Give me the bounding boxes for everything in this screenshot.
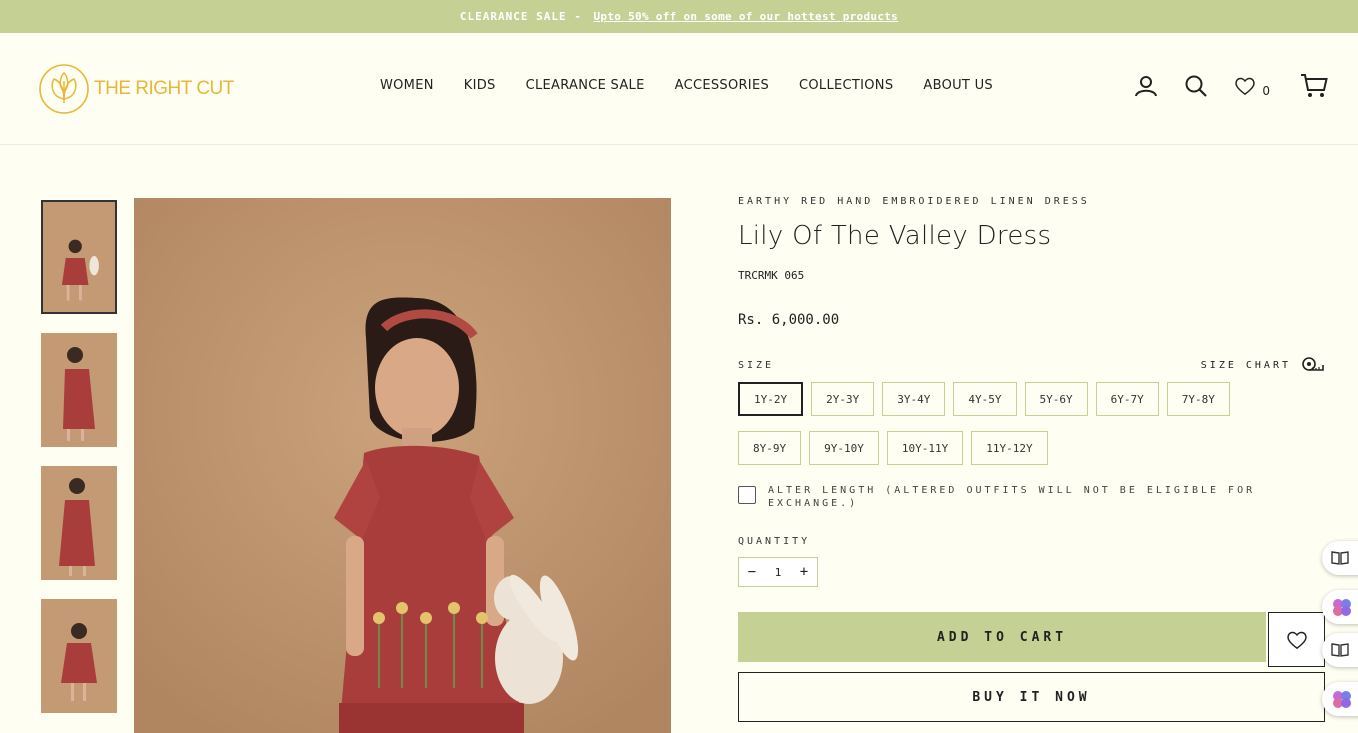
nav-item-women[interactable]: WOMEN xyxy=(380,78,434,93)
thumbnail-image xyxy=(41,599,117,713)
announcement-link[interactable]: Upto 50% off on some of our hottest prod… xyxy=(594,10,899,23)
floating-widget-brain-2[interactable] xyxy=(1322,682,1358,716)
brain-icon xyxy=(1333,599,1351,616)
brain-icon xyxy=(1333,691,1351,708)
wishlist-count: 0 xyxy=(1262,84,1270,98)
header-icons: 0 xyxy=(1108,73,1328,99)
site-header: THE RIGHT CUT WOMEN KIDS CLEARANCE SALE … xyxy=(0,33,1358,145)
quantity-stepper: − 1 + xyxy=(738,557,818,587)
nav-item-accessories[interactable]: ACCESSORIES xyxy=(675,78,769,93)
logo-text: THE RIGHT CUT xyxy=(94,78,234,99)
logo-leaf-icon xyxy=(39,64,89,114)
main-product-image[interactable] xyxy=(134,198,671,733)
alter-length-label: ALTER LENGTH (ALTERED OUTFITS WILL NOT B… xyxy=(768,485,1256,509)
product-title: Lily Of The Valley Dress xyxy=(738,221,1052,251)
size-option-8y-9y[interactable]: 8Y-9Y xyxy=(738,431,802,465)
add-to-cart-button[interactable]: ADD TO CART xyxy=(738,612,1266,662)
size-header: SIZE SIZE CHART xyxy=(738,356,1325,374)
size-option-7y-8y[interactable]: 7Y-8Y xyxy=(1166,382,1230,416)
account-button[interactable] xyxy=(1134,74,1158,98)
quantity-increase-button[interactable]: + xyxy=(791,564,817,580)
announcement-bar: CLEARANCE SALE - Upto 50% off on some of… xyxy=(0,0,1358,33)
thumbnail-image xyxy=(41,466,117,580)
logo[interactable]: THE RIGHT CUT xyxy=(38,63,234,115)
search-icon xyxy=(1185,75,1208,97)
size-option-5y-6y[interactable]: 5Y-6Y xyxy=(1024,382,1088,416)
cart-icon xyxy=(1301,74,1328,97)
quantity-decrease-button[interactable]: − xyxy=(739,564,765,580)
nav-item-kids[interactable]: KIDS xyxy=(464,78,496,93)
size-option-1y-2y[interactable]: 1Y-2Y xyxy=(738,382,804,416)
product-sku: TRCRMK 065 xyxy=(738,269,805,282)
alter-length-checkbox[interactable] xyxy=(738,486,756,504)
search-button[interactable] xyxy=(1184,74,1208,98)
add-to-wishlist-button[interactable] xyxy=(1268,612,1325,667)
floating-widget-brain[interactable] xyxy=(1322,590,1358,624)
cart-actions: ADD TO CART xyxy=(738,612,1325,667)
size-chart-label: SIZE CHART xyxy=(1200,359,1291,371)
measuring-tape-icon xyxy=(1302,357,1324,371)
size-option-3y-4y[interactable]: 3Y-4Y xyxy=(882,382,946,416)
size-label: SIZE xyxy=(738,359,775,371)
size-option-11y-12y[interactable]: 11Y-12Y xyxy=(971,431,1048,465)
quantity-label: QUANTITY xyxy=(738,536,811,547)
alter-length-option: ALTER LENGTH (ALTERED OUTFITS WILL NOT B… xyxy=(738,484,1325,510)
size-option-10y-11y[interactable]: 10Y-11Y xyxy=(886,431,964,465)
size-option-4y-5y[interactable]: 4Y-5Y xyxy=(953,382,1017,416)
product-thumbnail-3[interactable] xyxy=(41,466,117,580)
heart-icon xyxy=(1235,77,1256,96)
heart-icon xyxy=(1286,631,1307,649)
cart-button[interactable] xyxy=(1300,73,1328,99)
product-thumbnail-2[interactable] xyxy=(41,333,117,447)
main-nav: WOMEN KIDS CLEARANCE SALE ACCESSORIES CO… xyxy=(380,78,1023,93)
nav-item-clearance-sale[interactable]: CLEARANCE SALE xyxy=(526,78,645,93)
product-thumbnail-4[interactable] xyxy=(41,599,117,713)
nav-item-about-us[interactable]: ABOUT US xyxy=(923,78,993,93)
product-subtitle: EARTHY RED HAND EMBROIDERED LINEN DRESS xyxy=(738,196,1090,207)
quantity-input[interactable]: 1 xyxy=(775,566,782,579)
book-icon xyxy=(1331,643,1349,657)
floating-widget-book[interactable] xyxy=(1322,541,1358,575)
product-thumbnail-1[interactable] xyxy=(41,200,117,314)
wishlist-button[interactable]: 0 xyxy=(1234,74,1270,98)
thumbnail-image xyxy=(41,333,117,447)
size-option-6y-7y[interactable]: 6Y-7Y xyxy=(1095,382,1159,416)
announcement-label: CLEARANCE SALE xyxy=(459,10,567,23)
product-info: EARTHY RED HAND EMBROIDERED LINEN DRESS … xyxy=(738,196,1325,722)
product-price: Rs. 6,000.00 xyxy=(738,312,840,328)
book-icon xyxy=(1331,551,1349,565)
nav-item-collections[interactable]: COLLECTIONS xyxy=(799,78,893,93)
thumbnail-image xyxy=(43,202,115,312)
account-icon xyxy=(1135,76,1158,97)
announcement-separator: - xyxy=(566,10,590,23)
size-option-2y-3y[interactable]: 2Y-3Y xyxy=(811,382,875,416)
size-option-9y-10y[interactable]: 9Y-10Y xyxy=(809,431,879,465)
floating-widget-book-2[interactable] xyxy=(1322,633,1358,667)
size-options: 1Y-2Y 2Y-3Y 3Y-4Y 4Y-5Y 5Y-6Y 6Y-7Y 7Y-8… xyxy=(738,382,1278,480)
product-photo xyxy=(134,198,671,733)
buy-it-now-button[interactable]: BUY IT NOW xyxy=(738,672,1325,722)
size-chart-link[interactable]: SIZE CHART xyxy=(1201,356,1325,374)
